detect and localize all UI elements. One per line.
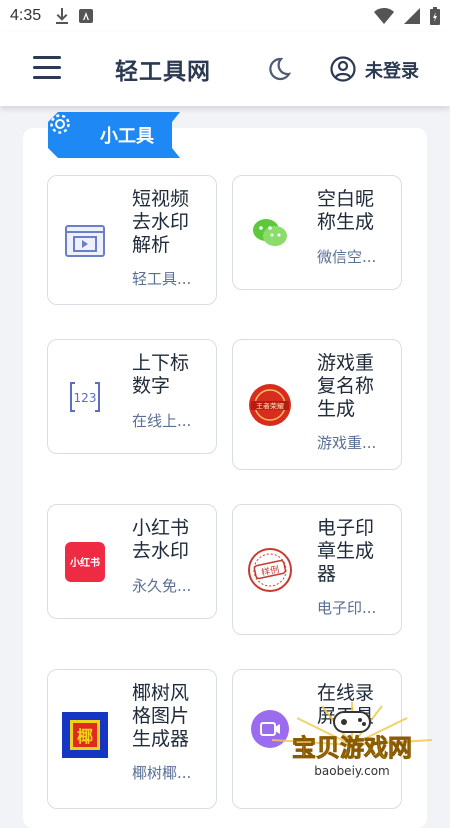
- tool-desc: 微信空...: [317, 248, 377, 266]
- wifi-icon: [374, 8, 394, 24]
- menu-icon[interactable]: [33, 56, 61, 80]
- tool-card-superscript-digits[interactable]: 123 上下标数字 在线上...: [47, 339, 217, 454]
- seal-stamp-icon: 样例: [247, 547, 293, 593]
- tool-card-blank-nickname[interactable]: 空白昵称生成 微信空...: [232, 175, 402, 290]
- wechat-icon: [247, 210, 293, 256]
- tool-desc: 电子印...: [317, 599, 377, 617]
- status-time: 4:35: [10, 7, 42, 24]
- tool-name: 上下标数字: [132, 352, 190, 397]
- moon-icon[interactable]: [266, 56, 292, 82]
- tool-desc: 永久免...: [132, 577, 192, 595]
- login-button[interactable]: 未登录: [365, 57, 419, 83]
- tool-name: 短视频去水印解析: [132, 188, 190, 256]
- tool-name: 椰树风格图片生成器: [132, 682, 190, 750]
- svg-text:椰: 椰: [77, 727, 93, 746]
- user-icon[interactable]: [330, 56, 356, 82]
- tool-card-game-duplicate-name[interactable]: 王者荣耀 游戏重复名称生成 游戏重...: [232, 339, 402, 470]
- battery-icon: [430, 7, 440, 25]
- tool-name: 游戏重复名称生成: [317, 352, 375, 420]
- coconut-style-icon: 椰: [62, 712, 108, 758]
- section-badge: 小工具: [48, 112, 180, 158]
- app-notification-icon: [79, 9, 94, 23]
- section-label: 小工具: [100, 126, 154, 147]
- tool-card-video-watermark[interactable]: 短视频去水印解析 轻工具...: [47, 175, 217, 305]
- tool-desc: 在线上...: [132, 412, 192, 430]
- svg-text:宝贝游戏网: 宝贝游戏网: [292, 734, 412, 762]
- svg-text:王者荣耀: 王者荣耀: [256, 402, 284, 411]
- game-glory-icon: 王者荣耀: [247, 382, 293, 428]
- app-header: 轻工具网 未登录: [0, 32, 450, 106]
- tool-card-e-seal[interactable]: 样例 电子印章生成器 电子印...: [232, 504, 402, 635]
- site-watermark: 宝贝游戏网 baobeiy.com: [262, 700, 442, 790]
- svg-text:123: 123: [74, 391, 97, 405]
- tool-name: 电子印章生成器: [317, 517, 375, 585]
- gear-icon: [50, 114, 70, 134]
- cellular-signal-icon: [404, 8, 420, 24]
- tool-desc: 椰树椰...: [132, 764, 192, 782]
- tool-desc: 游戏重...: [317, 434, 377, 452]
- xiaohongshu-icon: 小红书: [62, 539, 108, 585]
- tool-name: 空白昵称生成: [317, 188, 375, 233]
- tool-desc: 轻工具...: [132, 270, 192, 288]
- digits-123-icon: 123: [62, 374, 108, 420]
- tool-card-coconut-style[interactable]: 椰 椰树风格图片生成器 椰树椰...: [47, 669, 217, 809]
- tool-card-xiaohongshu[interactable]: 小红书 小红书去水印 永久免...: [47, 504, 217, 619]
- app-title: 轻工具网: [115, 59, 211, 85]
- status-bar: 4:35: [0, 0, 450, 32]
- svg-text:小红书: 小红书: [69, 556, 100, 569]
- gamepad-icon: [333, 711, 371, 733]
- svg-text:baobeiy.com: baobeiy.com: [314, 764, 389, 778]
- tool-name: 小红书去水印: [132, 517, 190, 562]
- download-icon: [56, 8, 69, 24]
- video-player-icon: [62, 218, 108, 264]
